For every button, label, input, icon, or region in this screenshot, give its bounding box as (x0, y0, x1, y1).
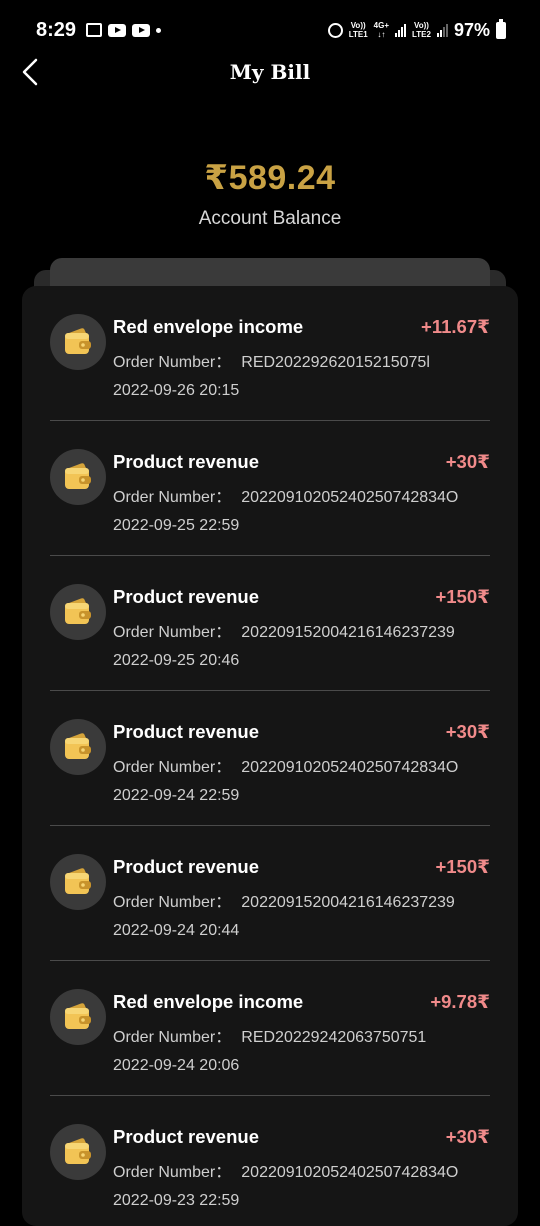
notification-icons (86, 23, 162, 37)
chevron-left-icon (22, 58, 38, 86)
transaction-title: Red envelope income (113, 316, 304, 337)
wallet-icon (50, 989, 106, 1045)
transaction-amount: +30₹ (445, 721, 490, 742)
transaction-item[interactable]: Product revenue +30₹ Order Number： 202209… (50, 421, 490, 556)
wallet-icon (50, 854, 106, 910)
wallet-icon (50, 314, 106, 370)
wallet-icon (50, 449, 106, 505)
transaction-title: Product revenue (113, 1126, 259, 1147)
transaction-title: Product revenue (113, 721, 259, 742)
more-notifications-dot-icon (156, 27, 162, 33)
order-number-value: 20220910205240250742834O (241, 1164, 459, 1181)
order-number-value: 20220915200421614623723​9 (241, 624, 455, 641)
transaction-time: 2022-09-24 20:06 (113, 1057, 240, 1074)
battery-percentage: 97% (453, 19, 490, 40)
app-header: My Bill (0, 46, 540, 98)
transaction-item[interactable]: Red envelope income +9.78₹ Order Number：… (50, 961, 490, 1096)
transaction-amount: +9.78₹ (430, 991, 490, 1012)
signal-strength-icon (395, 23, 406, 37)
youtube-icon (132, 23, 151, 37)
status-time: 8:29 (36, 18, 77, 41)
gallery-icon (86, 23, 103, 37)
sim1-volte-indicator: Vo)) LTE1 (348, 21, 368, 39)
network-type-indicator: 4G+ ↓↑ (373, 21, 389, 39)
order-number-value: 20220910205240250742834O (241, 489, 459, 506)
order-number-label: Order Number： (113, 624, 232, 641)
youtube-icon (108, 23, 127, 37)
transaction-amount: +150₹ (435, 856, 490, 877)
transaction-title: Product revenue (113, 586, 259, 607)
back-button[interactable] (12, 54, 48, 90)
transaction-amount: +30₹ (445, 1126, 490, 1147)
transaction-order-number: Order Number： RED20229262015215075l (113, 348, 430, 372)
transaction-time: 2022-09-24 22:59 (113, 787, 240, 804)
system-icons: Vo)) LTE1 4G+ ↓↑ Vo)) LTE2 97% (327, 18, 506, 41)
transaction-title: Product revenue (113, 451, 259, 472)
transaction-item[interactable]: Product revenue +30₹ Order Number： 202209… (50, 691, 490, 826)
transaction-amount: +11.67₹ (421, 316, 490, 337)
order-number-value: 20220915200421614623723​9 (241, 894, 455, 911)
wallet-icon (50, 719, 106, 775)
order-number-label: Order Number： (113, 489, 232, 506)
transaction-order-number: Order Number： 20220915200421614623723​9 (113, 618, 455, 642)
alarm-icon (327, 22, 343, 38)
transaction-item[interactable]: Red envelope income +11.67₹ Order Number… (50, 286, 490, 421)
order-number-value: RED20229242063750751 (241, 1029, 427, 1046)
transaction-amount: +30₹ (445, 451, 490, 472)
wallet-icon (50, 584, 106, 640)
transaction-time: 2022-09-23 22:59 (113, 1192, 240, 1209)
order-number-label: Order Number： (113, 759, 232, 776)
battery-icon (496, 18, 506, 39)
order-number-label: Order Number： (113, 1029, 232, 1046)
page-title: My Bill (229, 60, 311, 84)
transaction-time: 2022-09-24 20:44 (113, 922, 240, 939)
transaction-time: 2022-09-25 20:46 (113, 652, 240, 669)
order-number-value: 20220910205240250742834O (241, 759, 459, 776)
account-balance-label: Account Balance (198, 208, 342, 229)
transaction-item[interactable]: Product revenue +30₹ Order Number： 202209… (50, 1096, 490, 1226)
account-balance-amount: ₹589.24 (204, 159, 336, 197)
transaction-order-number: Order Number： RED20229242063750751 (113, 1023, 426, 1047)
transaction-time: 2022-09-25 22:59 (113, 517, 240, 534)
order-number-label: Order Number： (113, 1164, 232, 1181)
transaction-order-number: Order Number： 20220910205240250742834O (113, 1158, 458, 1182)
transaction-amount: +150₹ (435, 586, 490, 607)
transaction-item[interactable]: Product revenue +150₹ Order Number： 20220… (50, 556, 490, 691)
order-number-label: Order Number： (113, 354, 232, 371)
order-number-label: Order Number： (113, 894, 232, 911)
transaction-title: Red envelope income (113, 991, 304, 1012)
transaction-order-number: Order Number： 20220915200421614623723​9 (113, 888, 455, 912)
transactions-card: Red envelope income +11.67₹ Order Number… (22, 286, 518, 1226)
sim2-volte-indicator: Vo)) LTE2 (412, 21, 431, 39)
transaction-time: 2022-09-26 20:15 (113, 382, 240, 399)
signal-strength-icon (436, 23, 448, 37)
wallet-icon (50, 1124, 106, 1180)
transaction-order-number: Order Number： 20220910205240250742834O (113, 483, 458, 507)
order-number-value: RED20229262015215075l (241, 354, 430, 371)
transaction-item[interactable]: Product revenue +150₹ Order Number： 20220… (50, 826, 490, 961)
transaction-order-number: Order Number： 20220910205240250742834O (113, 753, 458, 777)
transaction-title: Product revenue (113, 856, 259, 877)
transaction-list: Red envelope income +11.67₹ Order Number… (22, 286, 518, 1226)
